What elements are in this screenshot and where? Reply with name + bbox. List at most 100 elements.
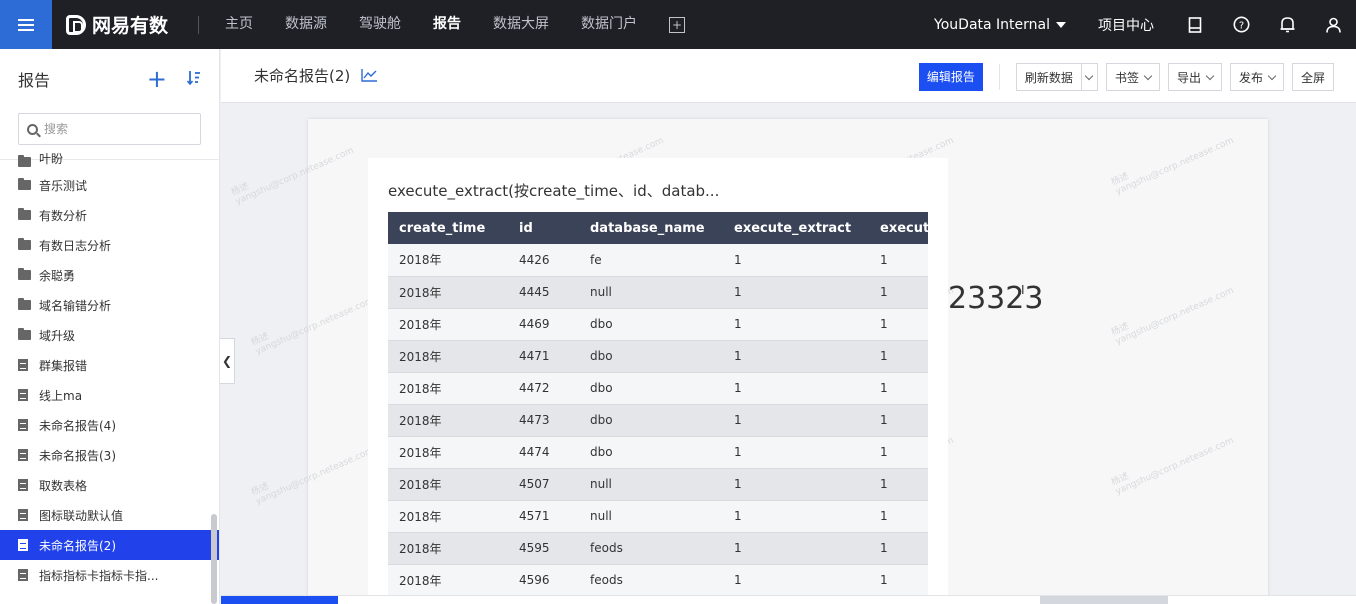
table-cell: null [579, 276, 723, 309]
nav-item-5[interactable]: 数据门户 [565, 0, 653, 49]
refresh-dropdown-toggle[interactable] [1080, 64, 1097, 90]
sidebar-report-item[interactable]: 未命名报告(4) [0, 410, 219, 440]
table-row: 2018年 4596 feods 1 1 [388, 564, 928, 597]
data-table-container[interactable]: create_time id database_name execute_extrac… [388, 212, 928, 604]
nav-item-4[interactable]: 数据大屏 [477, 0, 565, 49]
publish-dropdown-button[interactable]: 发布 [1229, 63, 1284, 91]
sidebar-folder-item[interactable]: 音乐测试 [0, 170, 219, 200]
sidebar-report-item[interactable]: 取数表格 [0, 470, 219, 500]
table-cell: 2018年 [388, 564, 508, 597]
table-card[interactable]: execute_extract(按create_time、id、datab...… [368, 158, 948, 604]
fullscreen-button[interactable]: 全屏 [1291, 63, 1334, 91]
table-cell: 2018年 [388, 404, 508, 437]
main-nav: 主页 数据源 驾驶舱 报告 数据大屏 数据门户 [209, 0, 653, 49]
bell-icon[interactable] [1264, 0, 1310, 49]
sort-icon[interactable] [186, 70, 201, 88]
sidebar-report-item[interactable]: 指标指标卡指标卡指... [0, 560, 219, 590]
sidebar-item-label: 域名输错分析 [39, 298, 112, 313]
table-cell: 4445 [508, 276, 579, 309]
add-report-icon[interactable]: + [147, 67, 167, 91]
nav-divider [198, 15, 199, 34]
bookmark-dropdown-button[interactable]: 书签 [1105, 63, 1160, 91]
org-switcher[interactable]: YouData Internal [934, 17, 1066, 33]
table-cell: 1 [869, 532, 928, 565]
chevron-down-icon [1143, 71, 1153, 80]
sidebar-item-label: 未命名报告(3) [39, 448, 116, 463]
kpi-number: 23323 [948, 281, 1044, 316]
sidebar-folder-item[interactable]: 余聪勇 [0, 260, 219, 290]
refresh-data-button[interactable]: 刷新数据 [1015, 63, 1098, 91]
sidebar-item-label: 域升级 [39, 328, 76, 343]
user-icon[interactable] [1310, 0, 1356, 49]
table-cell: 4507 [508, 468, 579, 501]
add-nav-icon[interactable]: + [669, 16, 685, 33]
column-header-4[interactable]: execute [869, 212, 928, 244]
table-cell: 2018年 [388, 500, 508, 533]
table-cell: 1 [869, 340, 928, 373]
table-cell: 1 [723, 532, 869, 565]
logo-text: 网易有数 [92, 15, 169, 37]
sidebar-scrollbar[interactable] [211, 514, 217, 604]
sidebar-folder-item[interactable]: 叶盼 [0, 150, 219, 170]
sidebar-item-label: 图标联动默认值 [39, 508, 124, 523]
column-header-3[interactable]: execute_extract [723, 212, 869, 244]
export-dropdown-button[interactable]: 导出 [1167, 63, 1222, 91]
hamburger-menu-button[interactable] [0, 0, 52, 49]
watermark: 杨述yangshu@corp.netease.com [1109, 274, 1235, 347]
sidebar-report-item[interactable]: 未命名报告(2) [0, 530, 219, 560]
table-header-row: create_time id database_name execute_extrac… [388, 212, 928, 244]
project-center-link[interactable]: 项目中心 [1098, 15, 1154, 35]
sidebar-item-label: 音乐测试 [39, 178, 88, 193]
report-sidebar: 报告 + 叶盼音乐测试有数分析有数日志分析余聪勇域名输错分析域升级群集报错线上m… [0, 49, 220, 604]
report-doc-icon [18, 449, 28, 461]
refresh-data-label: 刷新数据 [1024, 70, 1073, 85]
watermark-name: 杨述 [250, 481, 271, 498]
nav-item-3[interactable]: 报告 [417, 0, 477, 49]
table-cell: null [579, 468, 723, 501]
column-header-0[interactable]: create_time [388, 212, 508, 244]
sidebar-report-item[interactable]: 图标联动默认值 [0, 500, 219, 530]
sidebar-folder-item[interactable]: 有数日志分析 [0, 230, 219, 260]
chevron-down-icon [1085, 71, 1094, 80]
table-cell: 1 [869, 276, 928, 309]
table-cell: 2018年 [388, 276, 508, 309]
nav-item-0[interactable]: 主页 [209, 0, 269, 49]
help-icon[interactable]: ? [1218, 0, 1264, 49]
nav-item-2[interactable]: 驾驶舱 [343, 0, 417, 49]
column-header-2[interactable]: database_name [579, 212, 723, 244]
sidebar-search-box [18, 113, 201, 145]
table-cell: 1 [723, 500, 869, 533]
top-navbar: 网易有数 主页 数据源 驾驶舱 报告 数据大屏 数据门户 + YouData Intern… [0, 0, 1356, 49]
collapse-sidebar-button[interactable]: ❮ [220, 338, 235, 384]
nav-right-group: YouData Internal 项目中心 ? [934, 0, 1356, 49]
table-cell: 1 [869, 308, 928, 341]
horizontal-scrollbar-thumb[interactable] [1040, 596, 1168, 604]
bookmark-book-icon[interactable] [1172, 0, 1218, 49]
search-input[interactable] [44, 122, 184, 136]
sidebar-report-item[interactable]: 群集报错 [0, 350, 219, 380]
page-tab-active[interactable] [221, 596, 338, 604]
table-cell: fe [579, 244, 723, 277]
toolbar-divider [998, 64, 1000, 90]
sidebar-report-item[interactable]: 线上ma [0, 380, 219, 410]
logo-icon [66, 14, 86, 35]
menu-icon [18, 18, 34, 31]
sidebar-folder-item[interactable]: 域名输错分析 [0, 290, 219, 320]
folder-icon [18, 268, 31, 280]
report-doc-icon [18, 569, 28, 581]
report-doc-icon [18, 419, 28, 431]
nav-item-1[interactable]: 数据源 [269, 0, 343, 49]
sidebar-folder-item[interactable]: 有数分析 [0, 200, 219, 230]
sidebar-item-label: 取数表格 [39, 478, 88, 493]
line-chart-icon[interactable] [361, 69, 378, 82]
sidebar-folder-item[interactable]: 域升级 [0, 320, 219, 350]
sidebar-report-item[interactable]: 未命名报告(3) [0, 440, 219, 470]
edit-report-button[interactable]: 编辑报告 [918, 63, 983, 91]
chevron-down-icon [1205, 71, 1215, 80]
folder-icon [18, 238, 31, 250]
app-logo[interactable]: 网易有数 [52, 11, 198, 38]
publish-label: 发布 [1238, 70, 1263, 85]
column-header-1[interactable]: id [508, 212, 579, 244]
table-cell: 4474 [508, 436, 579, 469]
report-tree: 叶盼 音乐测试 有数分析 有数日志分析 余聪勇 域名输错分析 域升级 群集报错 线上ma 未命名报… [0, 152, 219, 590]
